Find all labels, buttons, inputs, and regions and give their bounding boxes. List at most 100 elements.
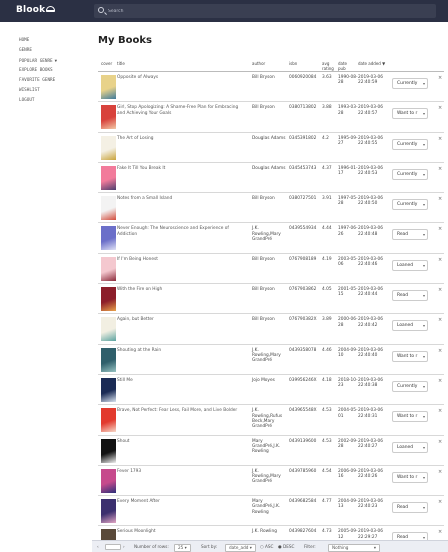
shelf-select[interactable]: Read ▾	[392, 532, 428, 540]
book-title-link[interactable]: Brave, Not Perfect: Fear Less, Fail More…	[117, 408, 245, 413]
remove-book-close-icon[interactable]: ×	[438, 226, 442, 232]
sidebar-item-label: POPULAR GENRE	[19, 59, 53, 64]
column-date-pub[interactable]: date pub	[338, 61, 354, 71]
column-author[interactable]: author	[252, 61, 265, 66]
sidebar-item-popular-genre[interactable]: POPULAR GENRE ▼	[19, 56, 57, 66]
remove-book-close-icon[interactable]: ×	[438, 469, 442, 475]
column-date-added[interactable]: date added ▼	[358, 61, 385, 66]
chevron-down-icon: ▾	[422, 171, 425, 177]
book-cover-image[interactable]	[101, 529, 116, 540]
remove-book-close-icon[interactable]: ×	[438, 378, 442, 384]
book-cover-image[interactable]	[101, 105, 116, 130]
book-author: J.K. Rowling,Mary GrandPré	[252, 347, 281, 364]
book-cover-image[interactable]	[101, 438, 116, 463]
next-page-button[interactable]: ›	[123, 544, 125, 550]
shelf-select[interactable]: Read ▾	[392, 502, 428, 514]
book-cover-image[interactable]	[101, 317, 116, 342]
remove-book-close-icon[interactable]: ×	[438, 317, 442, 323]
column-cover[interactable]: cover	[101, 61, 112, 66]
book-cover-image[interactable]	[101, 75, 116, 99]
book-cover-image[interactable]	[101, 165, 116, 190]
shelf-select[interactable]: Read ▾	[392, 229, 428, 241]
shelf-select[interactable]: Read ▾	[392, 290, 428, 302]
chevron-down-icon: ▾	[422, 414, 425, 420]
logo[interactable]: Blook	[16, 5, 56, 15]
book-title-link[interactable]: Shouting at the Rain	[117, 348, 245, 353]
shelf-select[interactable]: Currently ▾	[392, 168, 428, 180]
sidebar-item-explore-books[interactable]: EXPLORE BOOKS	[19, 66, 57, 76]
remove-book-close-icon[interactable]: ×	[438, 408, 442, 414]
chevron-down-icon: ▾	[422, 232, 425, 238]
sidebar-item-wishlist[interactable]: WISHLIST	[19, 86, 57, 96]
shelf-select[interactable]: Want to r ▾	[392, 471, 428, 483]
prev-page-button[interactable]: ‹	[97, 544, 99, 550]
book-cover-image[interactable]	[101, 226, 116, 251]
column-avg-rating[interactable]: avg rating	[322, 61, 336, 71]
column-isbn[interactable]: isbn	[289, 61, 297, 66]
remove-book-close-icon[interactable]: ×	[438, 105, 442, 111]
book-cover-image[interactable]	[101, 499, 116, 524]
remove-book-close-icon[interactable]: ×	[438, 499, 442, 505]
book-cover-image[interactable]	[101, 347, 116, 372]
shelf-select[interactable]: Currently ▾	[392, 78, 428, 89]
search-bar[interactable]	[94, 4, 436, 18]
shelf-select[interactable]: Currently ▾	[392, 380, 428, 392]
remove-book-close-icon[interactable]: ×	[438, 136, 442, 142]
book-title-link[interactable]: Again, but Better	[117, 317, 245, 322]
remove-book-close-icon[interactable]: ×	[438, 166, 442, 172]
remove-book-close-icon[interactable]: ×	[438, 75, 442, 81]
shelf-select[interactable]: Want to r ▾	[392, 108, 428, 120]
book-title-link[interactable]: Still Me	[117, 378, 245, 383]
book-title-link[interactable]: Opposite of Always	[117, 75, 245, 80]
remove-book-close-icon[interactable]: ×	[438, 439, 442, 445]
shelf-select[interactable]: Loaned ▾	[392, 320, 428, 332]
book-title-link[interactable]: Serious Moonlight	[117, 529, 245, 534]
sidebar-item-genre[interactable]: GENRE	[19, 46, 57, 56]
book-cover-image[interactable]	[101, 468, 116, 493]
book-cover-image[interactable]	[101, 287, 116, 312]
chevron-down-icon: ▾	[422, 262, 425, 268]
shelf-select[interactable]: Currently ▾	[392, 138, 428, 150]
sidebar-item-logout[interactable]: LOGOUT	[19, 96, 57, 106]
sidebar-item-home[interactable]: HOME	[19, 36, 57, 46]
asc-radio[interactable]: ○ ASC	[260, 544, 273, 550]
book-title-link[interactable]: Notes from a Small Island	[117, 196, 245, 201]
remove-book-close-icon[interactable]: ×	[438, 196, 442, 202]
book-title-link[interactable]: If I'm Being Honest	[117, 257, 245, 262]
shelf-select[interactable]: Want to r ▾	[392, 350, 428, 362]
filter-select[interactable]: Nothing ▾	[328, 544, 380, 552]
page-number-input[interactable]	[105, 544, 121, 550]
sort-select[interactable]: date_add ▾	[225, 544, 256, 552]
shelf-select[interactable]: Loaned ▾	[392, 259, 428, 271]
remove-book-close-icon[interactable]: ×	[438, 348, 442, 354]
book-cover-image[interactable]	[101, 196, 116, 221]
book-title-link[interactable]: Every Moment After	[117, 499, 245, 504]
book-author: Mary GrandPré,J.K. Rowling	[252, 438, 281, 455]
book-date-added: 2019-03-06 22:40:48	[358, 226, 383, 237]
book-title-link[interactable]: Fever 1793	[117, 469, 245, 474]
remove-book-close-icon[interactable]: ×	[438, 529, 442, 535]
remove-book-close-icon[interactable]: ×	[438, 287, 442, 293]
book-cover-image[interactable]	[101, 408, 116, 433]
rows-select[interactable]: 25 ▾	[174, 544, 191, 552]
book-title-link[interactable]: Fake It Till You Break It	[117, 166, 245, 171]
column-title[interactable]: title	[117, 61, 125, 66]
book-title-link[interactable]: Shout	[117, 439, 245, 444]
book-cover-image[interactable]	[101, 256, 116, 281]
books-table: cover title author isbn avg rating date …	[98, 58, 444, 540]
desc-radio[interactable]: ● DESC	[278, 544, 294, 550]
shelf-select[interactable]: Loaned ▾	[392, 441, 428, 453]
book-cover-image[interactable]	[101, 135, 116, 160]
book-cover-image[interactable]	[101, 377, 116, 402]
book-title-link[interactable]: With the Fire on High	[117, 287, 245, 292]
book-title-link[interactable]: Never Enough: The Neuroscience and Exper…	[117, 226, 245, 237]
book-title-link[interactable]: The Art of Losing	[117, 136, 245, 141]
sidebar-item-favorite-genre[interactable]: FAVORITE GENRE	[19, 76, 57, 86]
table-row: Brave, Not Perfect: Fear Less, Fail More…	[98, 405, 444, 436]
search-input[interactable]	[108, 5, 428, 17]
shelf-select[interactable]: Currently ▾	[392, 199, 428, 211]
remove-book-close-icon[interactable]: ×	[438, 257, 442, 263]
shelf-select[interactable]: Want to r ▾	[392, 411, 428, 423]
book-title-link[interactable]: Girl, Stop Apologizing: A Shame-Free Pla…	[117, 105, 245, 116]
chevron-down-icon: ▾	[422, 141, 425, 147]
